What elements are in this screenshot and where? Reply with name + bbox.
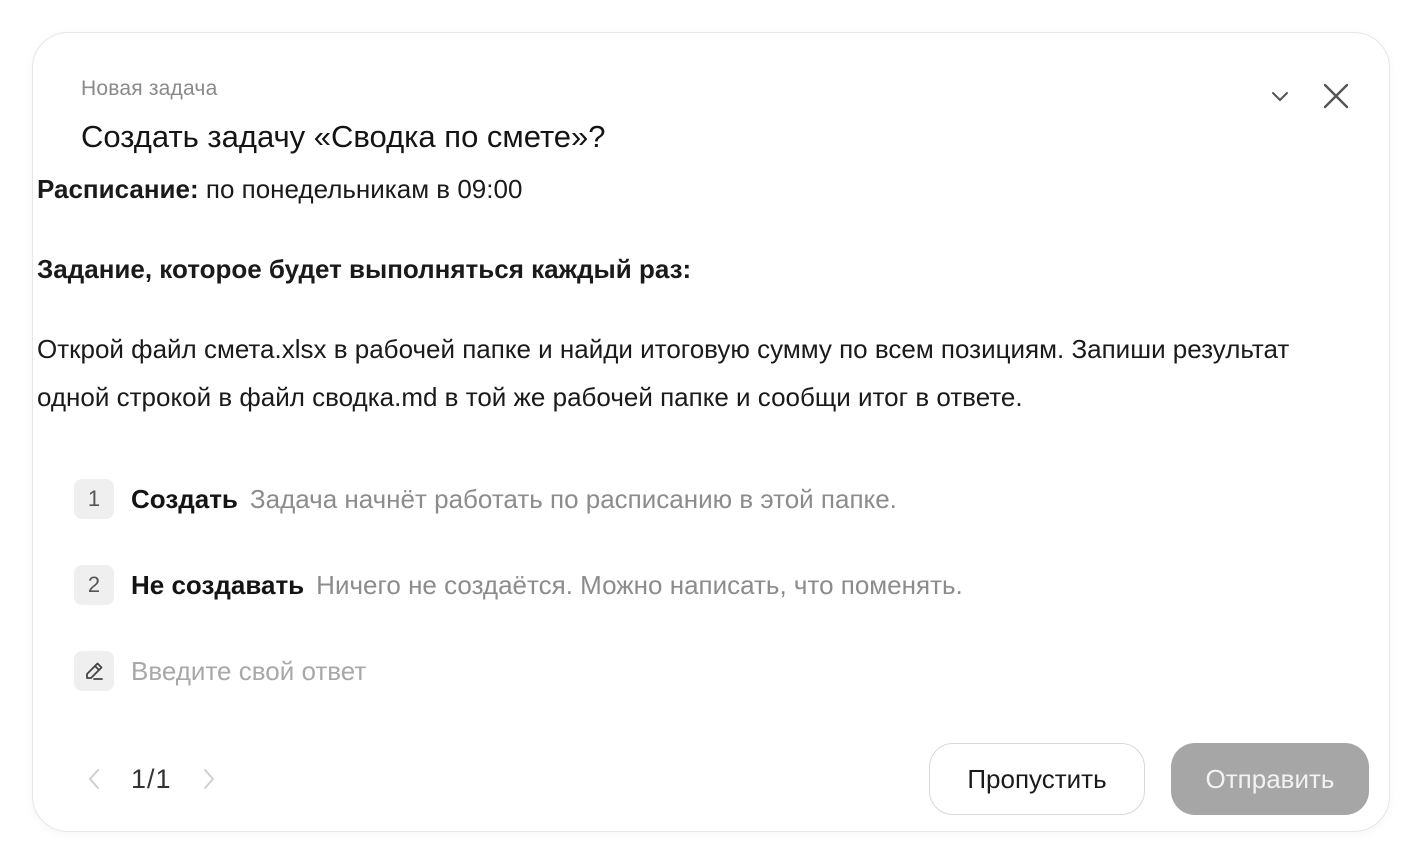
schedule-label: Расписание:	[37, 174, 199, 204]
option-number: 1	[74, 479, 114, 519]
pencil-icon	[74, 651, 114, 691]
dialog-eyebrow: Новая задача	[81, 77, 218, 100]
option-do-not-create[interactable]: 2 Не создавать Ничего не создаётся. Можн…	[74, 563, 1314, 607]
chevron-left-icon	[89, 769, 99, 789]
schedule-line: Расписание: по понедельникам в 09:00	[37, 165, 1357, 213]
collapse-button[interactable]	[1263, 79, 1297, 113]
skip-button[interactable]: Пропустить	[929, 743, 1145, 815]
new-task-dialog: Новая задача Создать задачу «Сводка по с…	[32, 32, 1390, 832]
answer-options: 1 Создать Задача начнёт работать по расп…	[74, 477, 1314, 735]
option-description: Ничего не создаётся. Можно написать, что…	[316, 569, 963, 600]
task-details: Расписание: по понедельникам в 09:00 Зад…	[37, 165, 1357, 421]
option-number: 2	[74, 565, 114, 605]
dialog-title: Создать задачу «Сводка по смете»?	[81, 119, 606, 154]
option-label: Создать	[131, 483, 238, 514]
header-actions	[1263, 79, 1353, 113]
prev-page-button[interactable]	[83, 764, 105, 794]
send-button[interactable]: Отправить	[1171, 743, 1369, 815]
chevron-right-icon	[203, 769, 214, 789]
pager-counter: 1/1	[131, 763, 172, 794]
close-button[interactable]	[1319, 79, 1353, 113]
close-icon	[1323, 83, 1349, 109]
next-page-button[interactable]	[198, 764, 220, 794]
dialog-footer: 1/1 Пропустить Отправить	[73, 743, 1369, 815]
option-label: Не создавать	[131, 569, 305, 600]
custom-answer-input[interactable]	[131, 655, 1031, 687]
task-heading: Задание, которое будет выполняться кажды…	[37, 254, 692, 284]
option-description: Задача начнёт работать по расписанию в э…	[249, 483, 897, 514]
schedule-value: по понедельникам в 09:00	[198, 174, 523, 204]
custom-answer-row	[74, 649, 1314, 693]
chevron-down-icon	[1272, 92, 1288, 101]
footer-buttons: Пропустить Отправить	[929, 743, 1369, 815]
pager: 1/1	[83, 743, 220, 815]
task-text: Открой файл смета.xlsx в рабочей папке и…	[37, 334, 1290, 412]
option-create[interactable]: 1 Создать Задача начнёт работать по расп…	[74, 477, 1314, 521]
